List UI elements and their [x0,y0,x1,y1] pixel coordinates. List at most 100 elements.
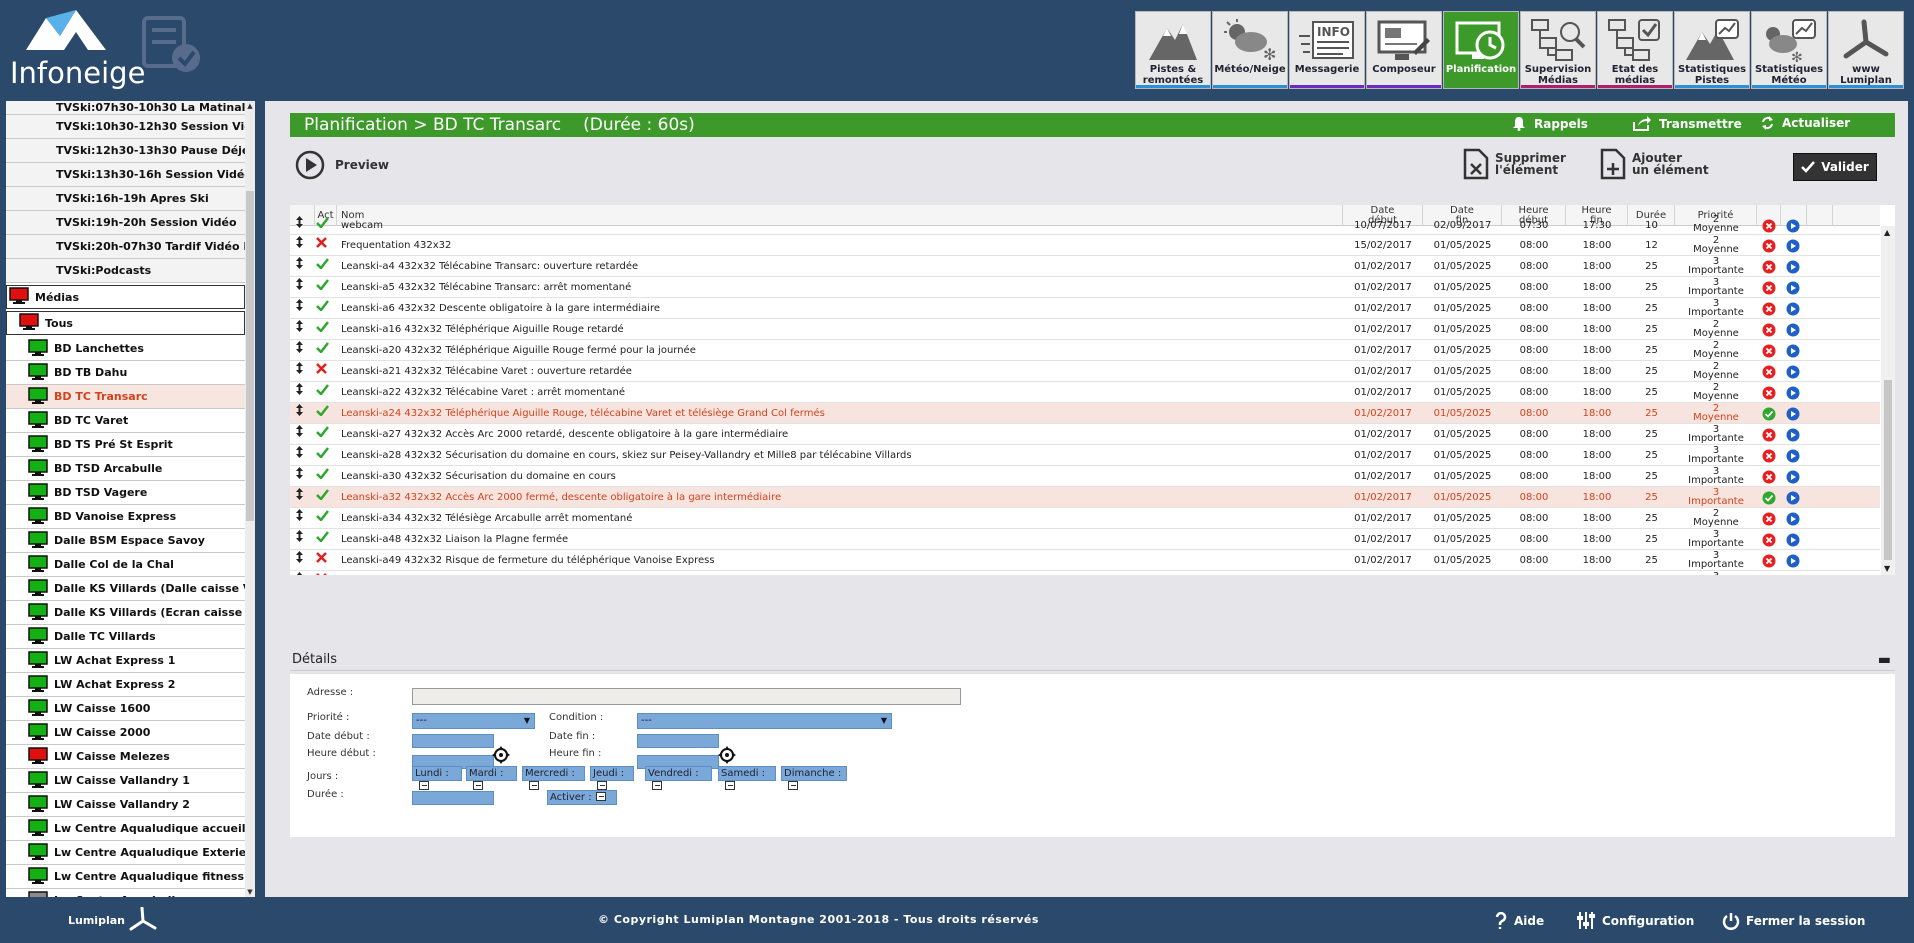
table-row[interactable]: Leanski-a4 432x32 Télécabine Transarc: o… [290,256,1880,277]
active-check-icon[interactable] [316,319,334,340]
drag-handle-icon[interactable] [296,508,308,529]
active-check-icon[interactable] [316,256,334,277]
active-check-icon[interactable] [316,487,334,508]
nav-lumiplan-button[interactable]: www Lumiplan [1828,11,1904,89]
table-row[interactable]: Leanski-a49 432x32 Risque de fermeture d… [290,550,1880,571]
nav-weather-button[interactable]: ✻ Météo/Neige [1212,11,1288,89]
play-arrow-icon[interactable] [1786,466,1802,487]
table-row[interactable]: Leanski-a32 432x32 Accès Arc 2000 fermé,… [290,487,1880,508]
sidebar-item[interactable]: LW Caisse 1600 [6,697,245,721]
table-row[interactable]: Leanski-a28 432x32 Sécurisation du domai… [290,445,1880,466]
heure-debut-picker-icon[interactable] [492,746,510,764]
scroll-down-arrow-icon[interactable]: ▼ [246,888,254,896]
day-toggle[interactable]: Mercredi : [522,766,585,790]
day-toggle[interactable]: Vendredi : [645,766,712,790]
drag-handle-icon[interactable] [296,298,308,319]
drag-handle-icon[interactable] [296,424,308,445]
drag-handle-icon[interactable] [296,215,308,236]
infoneige-logo[interactable]: Infoneige [6,8,206,98]
sidebar-item[interactable]: Dalle Col de la Chal [6,553,245,577]
play-arrow-icon[interactable] [1786,340,1802,361]
table-row[interactable]: Leanski-a22 432x32 Télécabine Varet : ar… [290,382,1880,403]
day-toggle[interactable]: Dimanche : [781,766,847,790]
drag-handle-icon[interactable] [296,277,308,298]
supprimer-element-button[interactable]: Supprimer l'élément [1463,148,1566,180]
drag-handle-icon[interactable] [296,487,308,508]
nav-stats-pistes-button[interactable]: Statistiques Pistes [1674,11,1750,89]
active-check-icon[interactable] [316,529,334,550]
day-toggle[interactable]: Samedi : [718,766,776,790]
valider-button[interactable]: Valider [1793,153,1877,181]
play-arrow-icon[interactable] [1786,487,1802,508]
drag-handle-icon[interactable] [296,319,308,340]
sidebar-item[interactable]: TVSki:13h30-16h Session Vidéo [6,163,245,187]
play-arrow-icon[interactable] [1786,424,1802,445]
drag-handle-icon[interactable] [296,256,308,277]
day-checkbox[interactable] [652,780,662,790]
transmettre-button[interactable]: Transmettre [1633,116,1742,131]
collapse-icon[interactable]: ▬ [1878,652,1891,668]
table-scroll-up-icon[interactable]: ▲ [1884,228,1890,237]
status-error-icon[interactable] [1762,319,1778,340]
day-toggle[interactable]: Jeudi : [590,766,634,790]
nav-schedule-button[interactable]: Planification [1443,11,1519,89]
table-row[interactable]: Frequentation 432x32 15/02/2017 01/05/2025… [290,235,1880,256]
table-row[interactable]: Leanski-a27 432x32 Accès Arc 2000 retard… [290,424,1880,445]
sidebar-item[interactable]: BD TC Transarc [6,385,245,409]
inactive-cross-icon[interactable] [316,361,334,382]
table-row[interactable]: Leanski-a30 432x32 Sécurisation du domai… [290,466,1880,487]
status-error-icon[interactable] [1762,445,1778,466]
sidebar-item[interactable]: BD TC Varet [6,409,245,433]
status-error-icon[interactable] [1762,508,1778,529]
nav-media-state-button[interactable]: Etat des médias [1597,11,1673,89]
table-row[interactable]: Leanski-a6 432x32 Descente obligatoire à… [290,298,1880,319]
sidebar-item[interactable]: LW Caisse Vallandry 1 [6,769,245,793]
table-row[interactable]: Leanski-a24 432x32 Téléphérique Aiguille… [290,403,1880,424]
drag-handle-icon[interactable] [296,340,308,361]
sidebar-item[interactable]: Lw Centre Aqualudique Exterieur [6,841,245,865]
rappels-button[interactable]: Rappels [1512,116,1588,131]
table-row[interactable]: Leanski-a21 432x32 Télécabine Varet : ou… [290,361,1880,382]
sidebar-item[interactable]: TVSki:12h30-13h30 Pause Déjeuner [6,139,245,163]
play-arrow-icon[interactable] [1786,277,1802,298]
play-arrow-icon[interactable] [1786,256,1802,277]
sidebar-item[interactable]: Dalle KS Villards (Dalle caisse Villards… [6,577,245,601]
active-check-icon[interactable] [316,424,334,445]
sidebar-item[interactable]: TVSki:07h30-10h30 La Matinale [6,101,245,115]
play-arrow-icon[interactable] [1786,508,1802,529]
sidebar-item[interactable]: BD TSD Vagere [6,481,245,505]
drag-handle-icon[interactable] [296,550,308,571]
status-error-icon[interactable] [1762,277,1778,298]
details-header[interactable]: Détails ▬ [290,649,1895,671]
play-arrow-icon[interactable] [1786,550,1802,571]
drag-handle-icon[interactable] [296,403,308,424]
sidebar-item[interactable]: BD Vanoise Express [6,505,245,529]
day-checkbox[interactable] [725,780,735,790]
condition-select[interactable]: --- ▼ [637,713,892,729]
sidebar-item[interactable]: LW Caisse 2000 [6,721,245,745]
sidebar-item[interactable]: BD TSD Arcabulle [6,457,245,481]
play-arrow-icon[interactable] [1786,529,1802,550]
play-arrow-icon[interactable] [1786,361,1802,382]
nav-mountain-button[interactable]: Pistes & remontées [1135,11,1211,89]
drag-handle-icon[interactable] [296,466,308,487]
play-arrow-icon[interactable] [1786,445,1802,466]
table-row[interactable]: webcam 10/07/2017 02/09/2017 07:30 17:30 10 2 M… [290,215,1880,235]
active-check-icon[interactable] [316,215,334,236]
actualiser-button[interactable]: Actualiser [1761,116,1850,130]
sidebar-item[interactable]: Lw Centre Aqualudique spa [6,889,245,897]
active-check-icon[interactable] [316,466,334,487]
sidebar-item[interactable]: Dalle TC Villards [6,625,245,649]
status-error-icon[interactable] [1762,215,1778,236]
date-debut-field[interactable] [412,734,494,748]
nav-composer-button[interactable]: Composeur [1366,11,1442,89]
inactive-cross-icon[interactable] [316,235,334,256]
day-toggle[interactable]: Mardi : [466,766,517,790]
inactive-cross-icon[interactable] [316,571,334,575]
table-row[interactable]: Leanski-a34 432x32 Télésiège Arcabulle a… [290,508,1880,529]
table-row[interactable]: Leanski-a50 432x32 Risque de fermeture d… [290,571,1880,575]
play-arrow-icon[interactable] [1786,298,1802,319]
status-error-icon[interactable] [1762,424,1778,445]
sidebar-item[interactable]: LW Achat Express 2 [6,673,245,697]
play-arrow-icon[interactable] [1786,571,1802,575]
